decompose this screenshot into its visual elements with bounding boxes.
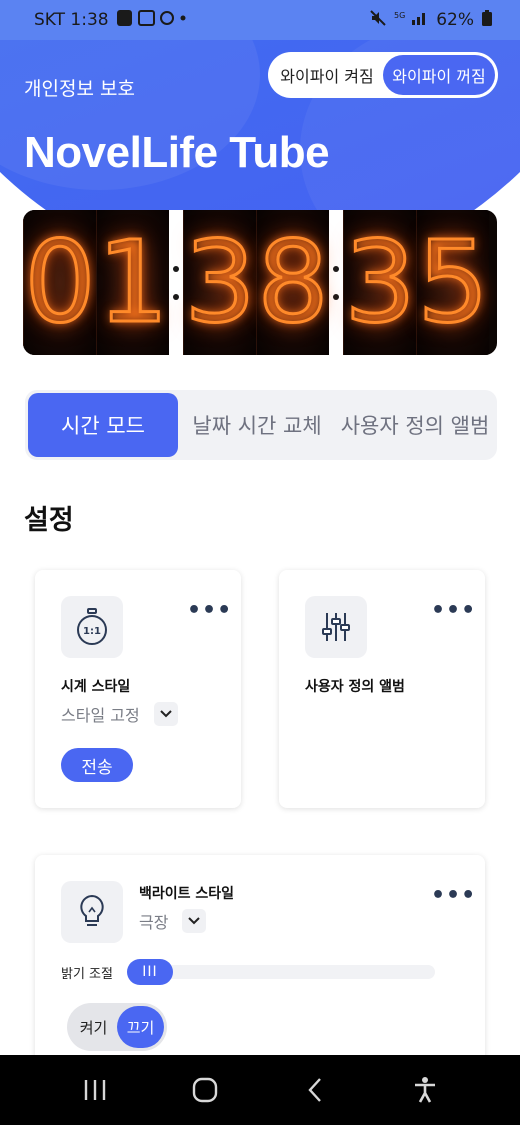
- brightness-slider-thumb[interactable]: III: [127, 959, 173, 985]
- svg-text:5G: 5G: [394, 11, 405, 20]
- chevron-down-icon[interactable]: [182, 909, 207, 933]
- stopwatch-icon: 1:1: [61, 596, 123, 658]
- clock-digit: 0: [23, 217, 97, 348]
- wifi-toggle[interactable]: 와이파이 켜짐 와이파이 꺼짐: [268, 52, 498, 98]
- backlight-more-button[interactable]: •••: [431, 883, 476, 908]
- carrier-time: SKT 1:38: [34, 10, 109, 30]
- colon-separator: [329, 210, 343, 355]
- clock-style-title: 시계 스타일: [61, 679, 131, 695]
- mode-tabs: 시간 모드 날짜 시간 교체 사용자 정의 앨범: [25, 390, 497, 460]
- nixie-tube: 3: [343, 210, 417, 355]
- clock-digit: 3: [343, 217, 417, 348]
- svg-text:1:1: 1:1: [83, 626, 101, 637]
- settings-heading: 설정: [24, 505, 74, 536]
- home-icon[interactable]: [175, 1060, 235, 1120]
- tab-date-time-swap[interactable]: 날짜 시간 교체: [178, 393, 336, 457]
- chevron-down-icon[interactable]: [153, 702, 178, 726]
- nixie-tube: 3: [183, 210, 257, 355]
- nixie-tube: 1: [96, 210, 170, 355]
- brightness-slider-track[interactable]: [127, 965, 435, 979]
- recent-apps-icon[interactable]: [65, 1060, 125, 1120]
- backlight-off-option[interactable]: 끄기: [117, 1006, 164, 1048]
- app-title: NovelLife Tube: [24, 128, 330, 177]
- clock-style-value: 스타일 고정: [61, 706, 140, 725]
- clock-digit: 5: [416, 217, 490, 348]
- nixie-clock-display: 0 1 3 8 3 5: [23, 210, 497, 355]
- colon-separator: [169, 210, 183, 355]
- back-icon[interactable]: [285, 1060, 345, 1120]
- send-button[interactable]: 전송: [61, 748, 133, 782]
- hours-group: 0 1: [23, 210, 170, 355]
- mute-icon: [370, 9, 386, 31]
- nixie-tube: 5: [416, 210, 490, 355]
- backlight-title: 백라이트 스타일: [139, 886, 235, 902]
- battery-percent: 62%: [436, 10, 474, 30]
- sliders-icon: [305, 596, 367, 658]
- clock-style-select[interactable]: 스타일 고정: [61, 702, 178, 726]
- backlight-on-option[interactable]: 켜기: [70, 1006, 117, 1048]
- battery-icon: [482, 9, 492, 31]
- system-navigation-bar: [0, 1055, 520, 1125]
- tab-custom-album[interactable]: 사용자 정의 앨범: [336, 393, 494, 457]
- clock-style-card: 1:1 ••• 시계 스타일 스타일 고정 전송: [35, 570, 241, 808]
- status-bar: SKT 1:38 5G 62%: [0, 0, 520, 40]
- notification-icons: [116, 9, 187, 31]
- clock-style-more-button[interactable]: •••: [187, 598, 232, 623]
- custom-album-card[interactable]: ••• 사용자 정의 앨범: [279, 570, 485, 808]
- nixie-tube: 8: [256, 210, 330, 355]
- backlight-style-value: 극장: [139, 913, 169, 932]
- clock-digit: 8: [256, 217, 330, 348]
- backlight-style-select[interactable]: 극장: [139, 909, 207, 933]
- minutes-group: 3 8: [183, 210, 330, 355]
- clock-digit: 1: [96, 217, 170, 348]
- tab-time-mode[interactable]: 시간 모드: [28, 393, 179, 457]
- custom-album-more-button[interactable]: •••: [431, 598, 476, 623]
- wifi-off-option[interactable]: 와이파이 꺼짐: [383, 55, 495, 95]
- seconds-group: 3 5: [343, 210, 490, 355]
- wifi-on-option[interactable]: 와이파이 켜짐: [271, 55, 383, 95]
- custom-album-title: 사용자 정의 앨범: [305, 679, 405, 695]
- clock-digit: 3: [183, 217, 257, 348]
- nixie-tube: 0: [23, 210, 97, 355]
- backlight-power-toggle[interactable]: 켜기 끄기: [67, 1003, 167, 1051]
- lightbulb-icon: [61, 881, 123, 943]
- privacy-link[interactable]: 개인정보 보호: [24, 74, 135, 101]
- accessibility-icon[interactable]: [395, 1060, 455, 1120]
- brightness-label: 밝기 조절: [61, 967, 113, 982]
- signal-icon: 5G: [394, 10, 428, 31]
